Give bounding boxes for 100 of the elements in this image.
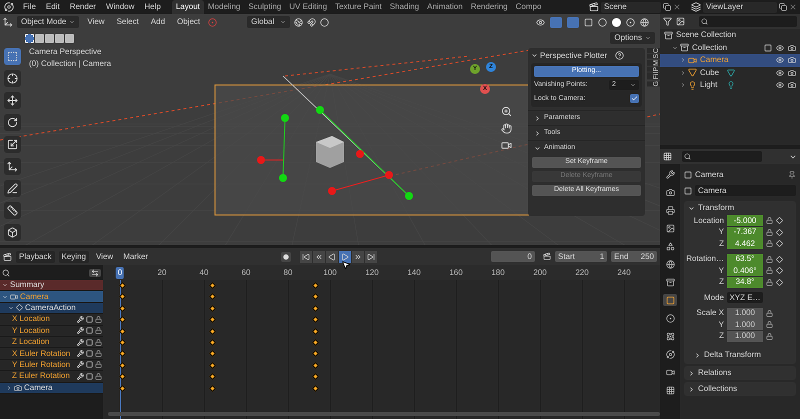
menu-item[interactable]: Object (173, 16, 204, 28)
end-field[interactable]: 250 (640, 250, 654, 262)
channel-row[interactable]: Summary (0, 280, 103, 292)
scene-field[interactable]: Scene (601, 2, 661, 12)
wireframe-shading-icon[interactable] (598, 18, 607, 26)
value-field[interactable]: 63.5° (727, 254, 763, 265)
snap-icon[interactable] (307, 18, 316, 26)
menu-item[interactable]: Render (64, 1, 101, 13)
collapsed-panel[interactable]: Relations (684, 366, 796, 380)
tool-icon[interactable] (666, 170, 674, 178)
editor-type-icon[interactable] (663, 152, 672, 161)
channel-row[interactable]: Z Euler Rotation (0, 371, 103, 383)
collapse-icon[interactable] (688, 204, 695, 212)
material-shading-icon[interactable] (626, 18, 635, 26)
visibility-icon[interactable] (776, 68, 784, 77)
exclude-checkbox-icon[interactable] (764, 44, 772, 52)
measure-icon[interactable] (7, 205, 18, 216)
render-icon[interactable] (788, 68, 796, 77)
lock-icon[interactable] (766, 228, 773, 236)
camera-view-icon[interactable] (501, 140, 512, 151)
output-icon[interactable] (666, 206, 674, 214)
transport-button[interactable] (339, 250, 352, 262)
collection-icon[interactable] (666, 278, 674, 286)
physics-icon[interactable] (666, 332, 674, 340)
transport-button[interactable] (300, 250, 312, 262)
scale-icon[interactable] (7, 139, 18, 150)
mode-dropdown[interactable]: Object Mode (17, 16, 80, 28)
workspace-tab[interactable]: Layout (172, 0, 204, 14)
channel-row[interactable]: X Euler Rotation (0, 348, 103, 360)
close-icon[interactable] (673, 3, 681, 11)
menu-item[interactable]: Window (100, 1, 140, 13)
menu-item[interactable]: Add (146, 16, 170, 28)
object-icon[interactable] (666, 296, 674, 304)
options-button[interactable]: Options (610, 32, 655, 44)
rotate-icon[interactable] (7, 117, 18, 128)
transport-button[interactable] (352, 250, 364, 262)
current-frame-field[interactable]: 0 (491, 251, 535, 262)
blender-logo-icon[interactable] (4, 2, 14, 12)
copy-icon[interactable] (663, 3, 671, 11)
render-icon[interactable] (788, 81, 796, 90)
expand-icon[interactable] (6, 384, 12, 391)
orientation-dropdown[interactable]: Global (247, 16, 290, 28)
value-field[interactable]: XYZ E… (727, 292, 763, 304)
menu-item[interactable]: Help (139, 1, 166, 13)
lock-icon[interactable] (766, 256, 773, 263)
outliner-row[interactable]: Camera (660, 54, 800, 66)
menu-item[interactable]: Playback (16, 250, 55, 262)
editor-type-icon[interactable] (3, 252, 12, 262)
workspace-tab[interactable]: Shading (386, 0, 424, 14)
lock-icon[interactable] (766, 321, 773, 328)
search-field[interactable] (699, 16, 797, 27)
collapsed-panel[interactable]: Collections (684, 382, 796, 396)
value-field[interactable]: -5.000 (727, 215, 763, 226)
view-layer-icon[interactable] (691, 2, 701, 12)
lock-icon[interactable] (766, 332, 773, 340)
annotate-icon[interactable] (7, 183, 18, 194)
outliner-row[interactable]: Cube (660, 66, 800, 79)
value-field[interactable]: 1.000 (727, 308, 763, 319)
outliner-row[interactable]: Collection (660, 42, 800, 54)
lock-icon[interactable] (766, 267, 773, 274)
value-field[interactable]: 1.000 (727, 330, 763, 342)
menu-item[interactable]: Select (112, 16, 143, 28)
workspace-tab[interactable]: Sculpting (244, 0, 286, 14)
editor-type-icon[interactable] (3, 17, 13, 27)
lock-icon[interactable] (766, 217, 773, 224)
copy-icon[interactable] (779, 3, 787, 11)
menu-item[interactable]: Marker (120, 250, 152, 262)
render-icon[interactable] (788, 56, 796, 64)
workspace-tab[interactable]: UV Editing (285, 0, 332, 14)
value-field[interactable]: 4.462 (727, 238, 763, 250)
view-layer-field[interactable]: ViewLayer (703, 2, 777, 12)
expand-icon[interactable] (694, 352, 701, 358)
move-icon[interactable] (7, 95, 18, 106)
render-icon[interactable] (666, 188, 674, 196)
close-icon[interactable] (789, 3, 797, 11)
transport-button[interactable] (326, 250, 338, 262)
current-frame-indicator[interactable]: 0 (116, 267, 124, 279)
value-field[interactable]: -7.367 (727, 226, 763, 238)
pan-icon[interactable] (501, 123, 512, 134)
scene-icon[interactable] (666, 242, 674, 250)
help-icon[interactable] (615, 51, 624, 60)
render-icon[interactable] (788, 44, 796, 52)
workspace-tab[interactable]: Compo (512, 0, 546, 14)
outliner-row[interactable]: Light (660, 79, 800, 92)
lock-icon[interactable] (766, 240, 773, 248)
channel-row[interactable]: Y Location (0, 326, 103, 337)
box-select-icon[interactable] (7, 51, 18, 62)
workspace-tab[interactable]: Animation (423, 0, 467, 14)
channel-row[interactable]: Camera (0, 291, 103, 303)
channel-row[interactable]: Y Euler Rotation (0, 360, 103, 372)
menu-item[interactable]: Keying (58, 250, 89, 262)
visibility-icon[interactable] (776, 56, 784, 64)
scrollbar[interactable] (108, 412, 660, 416)
world-icon[interactable] (666, 260, 674, 268)
lock-to-camera-checkbox[interactable] (630, 94, 639, 104)
transport-button[interactable] (365, 250, 378, 262)
value-field[interactable]: 34.8° (727, 276, 763, 288)
workspace-tab[interactable]: Rendering (466, 0, 512, 14)
name-field[interactable]: Camera (695, 185, 796, 196)
add-cube-icon[interactable] (7, 227, 18, 238)
